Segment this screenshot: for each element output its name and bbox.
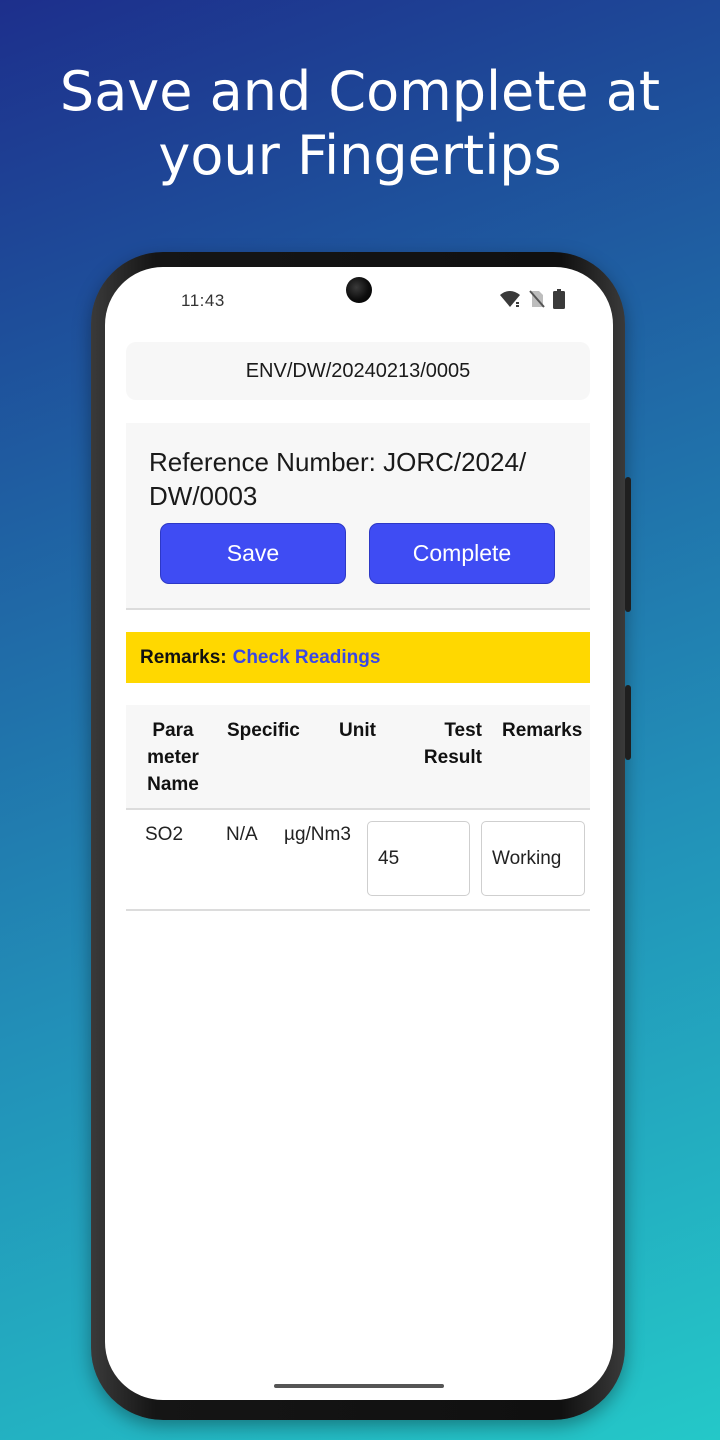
reference-number: Reference Number: JORC/2024/ DW/0003 bbox=[149, 445, 569, 513]
no-sim-icon bbox=[529, 290, 545, 308]
column-header-test-result-line-2: Result bbox=[423, 747, 482, 768]
column-header-unit: Unit bbox=[339, 717, 376, 744]
status-time: 11:43 bbox=[181, 291, 225, 310]
column-header-remarks-label: Remarks bbox=[502, 720, 583, 741]
volume-button bbox=[625, 685, 631, 760]
cell-unit: µg/Nm3 bbox=[284, 824, 351, 845]
reference-card: Reference Number: JORC/2024/ DW/0003 Sav… bbox=[126, 423, 590, 610]
column-header-specific: Specific bbox=[227, 717, 300, 744]
remarks-value: Check Readings bbox=[232, 646, 381, 668]
save-button[interactable]: Save bbox=[160, 523, 346, 584]
reference-number-line-2: DW/0003 bbox=[149, 481, 258, 511]
column-header-parameter-name-line-2: meter bbox=[147, 747, 199, 768]
document-id-card: ENV/DW/20240213/0005 bbox=[126, 342, 590, 400]
promo-headline: Save and Complete at your Fingertips bbox=[0, 60, 720, 188]
column-header-parameter-name-line-1: Para bbox=[152, 720, 194, 741]
battery-icon bbox=[553, 289, 565, 309]
remarks-label: Remarks: bbox=[140, 646, 227, 668]
cell-parameter-name: SO2 bbox=[145, 824, 184, 845]
table-header: Para meter Name Specific Unit Test Resul… bbox=[126, 705, 590, 810]
column-header-parameter-name-line-3: Name bbox=[147, 774, 199, 795]
wifi-icon bbox=[500, 291, 520, 307]
complete-button[interactable]: Complete bbox=[369, 523, 555, 584]
column-header-parameter-name: Para meter Name bbox=[146, 717, 200, 798]
table-row: SO2 N/A µg/Nm3 bbox=[126, 810, 590, 911]
column-header-test-result: Test Result bbox=[402, 717, 482, 771]
promo-headline-line-1: Save and Complete at bbox=[59, 60, 661, 123]
column-header-remarks: Remarks bbox=[502, 717, 582, 744]
test-result-input[interactable] bbox=[367, 821, 470, 896]
document-id: ENV/DW/20240213/0005 bbox=[245, 359, 471, 382]
phone-screen: 11:43 ENV/DW/20240213/0005 Reference Num… bbox=[105, 267, 613, 1400]
power-button bbox=[625, 477, 631, 612]
reference-number-line-1: Reference Number: JORC/2024/ bbox=[149, 447, 527, 477]
promo-headline-line-2: your Fingertips bbox=[158, 124, 562, 187]
status-icons bbox=[499, 289, 565, 309]
remarks-input[interactable] bbox=[481, 821, 585, 896]
column-header-specific-label: Specific bbox=[227, 720, 300, 741]
column-header-test-result-line-1: Test bbox=[444, 720, 482, 741]
home-indicator[interactable] bbox=[274, 1384, 444, 1388]
column-header-unit-label: Unit bbox=[339, 720, 376, 741]
cell-specific: N/A bbox=[226, 824, 258, 845]
front-camera bbox=[346, 277, 372, 303]
remarks-banner: Remarks: Check Readings bbox=[126, 632, 590, 683]
